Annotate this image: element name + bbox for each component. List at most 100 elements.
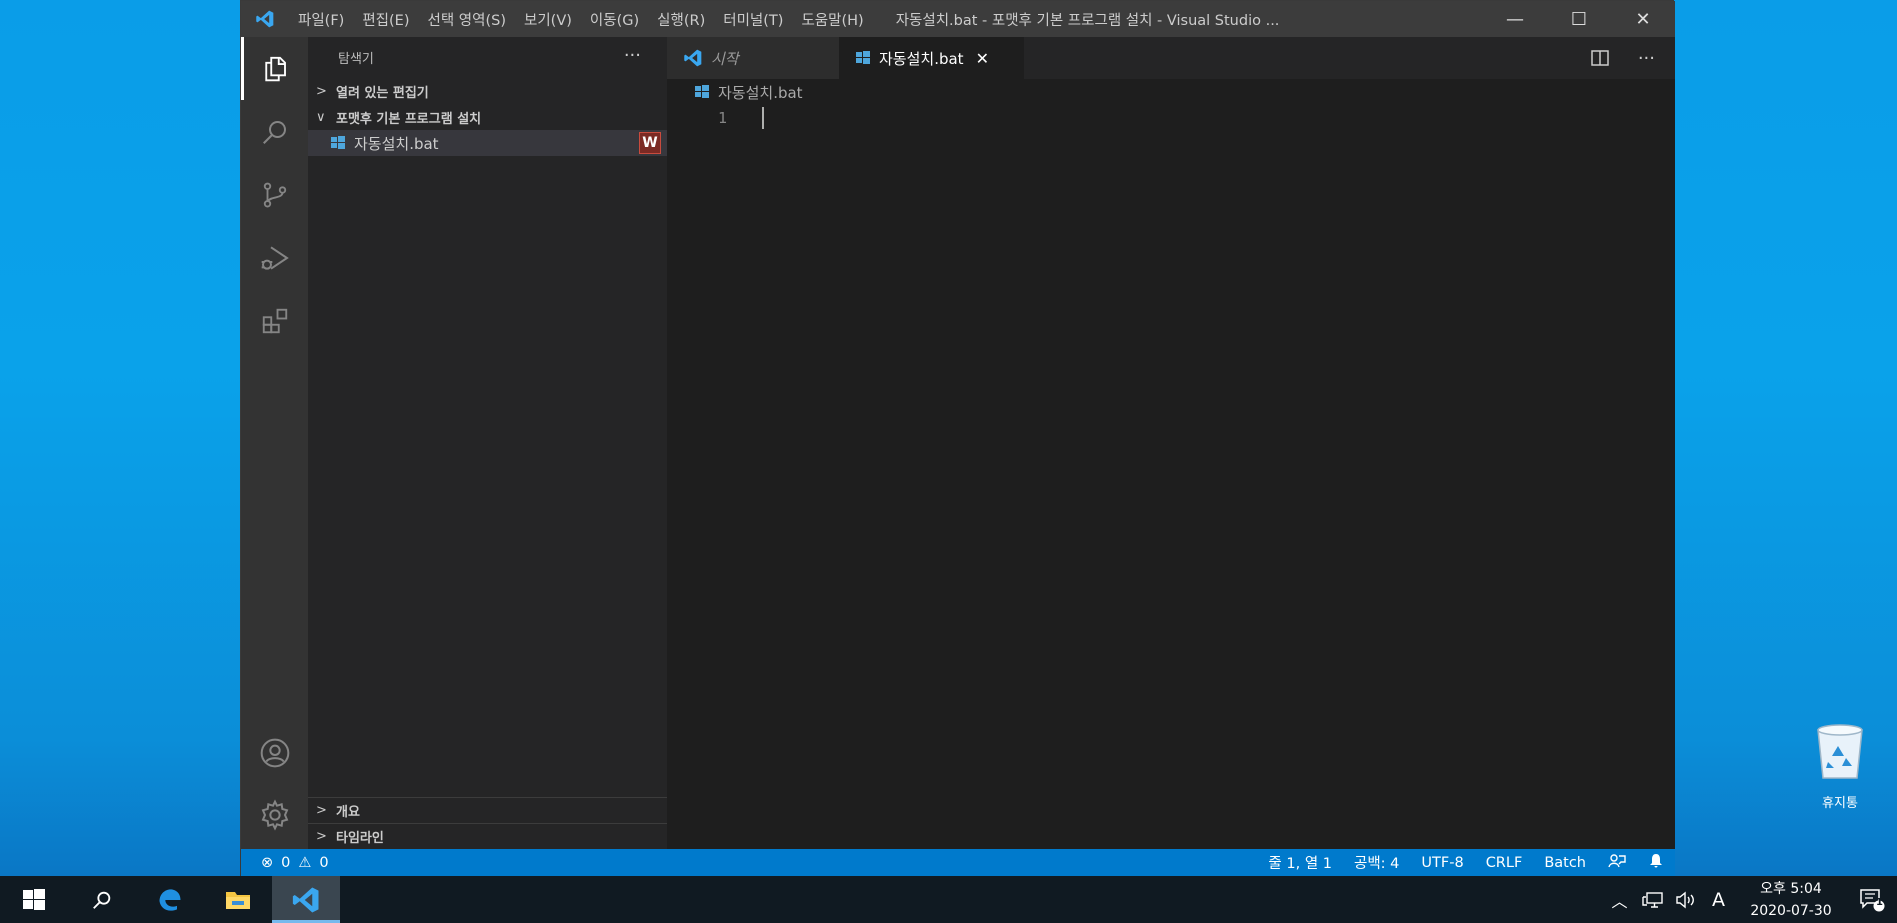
menu-terminal[interactable]: 터미널(T) bbox=[714, 9, 792, 30]
windows-file-icon bbox=[856, 51, 870, 64]
taskbar-vscode[interactable] bbox=[272, 876, 340, 923]
recycle-bin-label: 휴지통 bbox=[1822, 796, 1858, 811]
open-editors-section[interactable]: > 열려 있는 편집기 bbox=[308, 78, 667, 104]
bell-icon[interactable] bbox=[1637, 853, 1675, 873]
editor-area: 시작 자동설치.bat ✕ ··· 자동설치.bat 1 bbox=[667, 37, 1675, 849]
outline-section[interactable]: > 개요 bbox=[308, 797, 667, 823]
folder-label: 포맷후 기본 프로그램 설치 bbox=[336, 111, 482, 127]
end-of-line[interactable]: CRLF bbox=[1475, 855, 1534, 871]
maximize-button[interactable]: ☐ bbox=[1547, 1, 1611, 37]
menu-selection[interactable]: 선택 영역(S) bbox=[419, 9, 516, 30]
network-icon[interactable] bbox=[1636, 891, 1669, 909]
taskbar-file-explorer[interactable] bbox=[204, 876, 272, 923]
windows-file-icon bbox=[331, 136, 345, 149]
menu-go[interactable]: 이동(G) bbox=[581, 9, 648, 30]
tab-welcome-label: 시작 bbox=[711, 49, 739, 68]
accounts-button[interactable] bbox=[241, 721, 308, 784]
error-icon: ⊗ bbox=[261, 854, 274, 871]
status-bar: ⊗ 0 ⚠ 0 줄 1, 열 1 공백: 4 UTF-8 CRLF Batch bbox=[241, 849, 1675, 876]
file-item-label: 자동설치.bat bbox=[354, 134, 439, 153]
window-title: 자동설치.bat - 포맷후 기본 프로그램 설치 - Visual Studi… bbox=[895, 12, 1280, 29]
extensions-icon bbox=[262, 308, 287, 333]
folder-icon bbox=[226, 891, 250, 909]
wakatime-badge[interactable]: W bbox=[639, 132, 661, 154]
search-button[interactable] bbox=[241, 100, 308, 163]
files-icon bbox=[264, 56, 286, 81]
volume-icon[interactable] bbox=[1669, 891, 1702, 909]
tray-chevron-up-icon[interactable]: ︿ bbox=[1603, 888, 1636, 912]
language-mode[interactable]: Batch bbox=[1533, 855, 1597, 871]
start-button[interactable] bbox=[0, 876, 68, 923]
taskbar: ︿ A 오후 5:04 2020-07-30 1 bbox=[0, 876, 1897, 923]
split-editor-icon[interactable] bbox=[1590, 48, 1610, 68]
cursor-position[interactable]: 줄 1, 열 1 bbox=[1257, 852, 1343, 873]
search-icon bbox=[262, 120, 286, 144]
gear-icon bbox=[261, 798, 288, 831]
source-control-button[interactable] bbox=[241, 163, 308, 226]
warning-icon: ⚠ bbox=[298, 854, 312, 871]
code-line[interactable]: 1 bbox=[667, 105, 1675, 131]
clock-time: 오후 5:04 bbox=[1760, 880, 1822, 897]
indentation[interactable]: 공백: 4 bbox=[1343, 852, 1410, 873]
clock[interactable]: 오후 5:04 2020-07-30 bbox=[1735, 878, 1847, 922]
menu-run[interactable]: 실행(R) bbox=[648, 9, 714, 30]
chevron-down-icon: ∨ bbox=[316, 109, 326, 125]
outline-label: 개요 bbox=[336, 805, 360, 820]
tab-bar: 시작 자동설치.bat ✕ ··· bbox=[667, 37, 1675, 79]
minimize-button[interactable]: — bbox=[1483, 1, 1547, 37]
recycle-bin[interactable]: 휴지통 bbox=[1785, 722, 1895, 811]
title-bar: 파일(F) 편집(E) 선택 영역(S) 보기(V) 이동(G) 실행(R) 터… bbox=[241, 1, 1675, 37]
extensions-button[interactable] bbox=[241, 289, 308, 352]
vscode-window: 파일(F) 편집(E) 선택 영역(S) 보기(V) 이동(G) 실행(R) 터… bbox=[240, 0, 1675, 876]
explorer-title: 탐색기 bbox=[338, 52, 374, 67]
menu-edit[interactable]: 편집(E) bbox=[353, 9, 418, 30]
recycle-bin-icon bbox=[1817, 724, 1863, 779]
clock-date: 2020-07-30 bbox=[1750, 902, 1832, 919]
menu-bar: 파일(F) 편집(E) 선택 영역(S) 보기(V) 이동(G) 실행(R) 터… bbox=[289, 9, 873, 30]
open-editors-label: 열려 있는 편집기 bbox=[336, 85, 429, 101]
explorer-sidebar: 탐색기 ··· > 열려 있는 편집기 ∨ 포맷후 기본 프로그램 설치 자동설… bbox=[308, 37, 667, 849]
warning-count: 0 bbox=[319, 854, 329, 871]
menu-view[interactable]: 보기(V) bbox=[515, 9, 581, 30]
error-count: 0 bbox=[281, 854, 291, 871]
problems-indicator[interactable]: ⊗ 0 ⚠ 0 bbox=[261, 855, 329, 871]
breadcrumb[interactable]: 자동설치.bat bbox=[667, 79, 1675, 105]
timeline-label: 타임라인 bbox=[336, 831, 384, 846]
feedback-icon[interactable] bbox=[1597, 853, 1637, 873]
search-icon bbox=[93, 891, 111, 909]
vscode-logo-icon bbox=[292, 887, 319, 912]
folder-section[interactable]: ∨ 포맷후 기본 프로그램 설치 bbox=[308, 104, 667, 130]
text-cursor bbox=[762, 107, 764, 129]
windows-logo-icon bbox=[23, 888, 45, 910]
menu-file[interactable]: 파일(F) bbox=[289, 9, 353, 30]
tab-welcome[interactable]: 시작 bbox=[667, 37, 839, 79]
chevron-right-icon: > bbox=[316, 829, 327, 844]
breadcrumb-file: 자동설치.bat bbox=[718, 83, 803, 102]
close-tab-icon[interactable]: ✕ bbox=[976, 49, 989, 68]
input-method-indicator[interactable]: A bbox=[1702, 889, 1735, 911]
manage-button[interactable] bbox=[241, 783, 308, 846]
menu-help[interactable]: 도움말(H) bbox=[792, 9, 872, 30]
explorer-button[interactable] bbox=[241, 37, 308, 100]
editor-more-button[interactable]: ··· bbox=[1638, 48, 1655, 69]
taskbar-search-button[interactable] bbox=[68, 876, 136, 923]
tab-autoinstall-label: 자동설치.bat bbox=[879, 49, 964, 68]
close-window-button[interactable]: ✕ bbox=[1611, 1, 1675, 37]
chevron-right-icon: > bbox=[316, 83, 327, 99]
windows-file-icon bbox=[695, 85, 709, 98]
action-center-button[interactable]: 1 bbox=[1847, 888, 1897, 912]
edge-icon bbox=[159, 888, 181, 911]
explorer-more-button[interactable]: ··· bbox=[624, 45, 641, 66]
encoding[interactable]: UTF-8 bbox=[1410, 855, 1474, 871]
vscode-logo-icon bbox=[684, 49, 702, 67]
notification-count: 1 bbox=[1876, 896, 1883, 908]
account-icon bbox=[260, 738, 289, 767]
vscode-logo-icon bbox=[256, 10, 274, 28]
line-number: 1 bbox=[717, 109, 727, 127]
run-debug-button[interactable] bbox=[241, 226, 308, 289]
taskbar-edge[interactable] bbox=[136, 876, 204, 923]
tab-autoinstall[interactable]: 자동설치.bat ✕ bbox=[839, 37, 1024, 79]
file-item-autoinstall[interactable]: 자동설치.bat W bbox=[308, 130, 667, 156]
timeline-section[interactable]: > 타임라인 bbox=[308, 823, 667, 849]
activity-bar bbox=[241, 37, 308, 849]
